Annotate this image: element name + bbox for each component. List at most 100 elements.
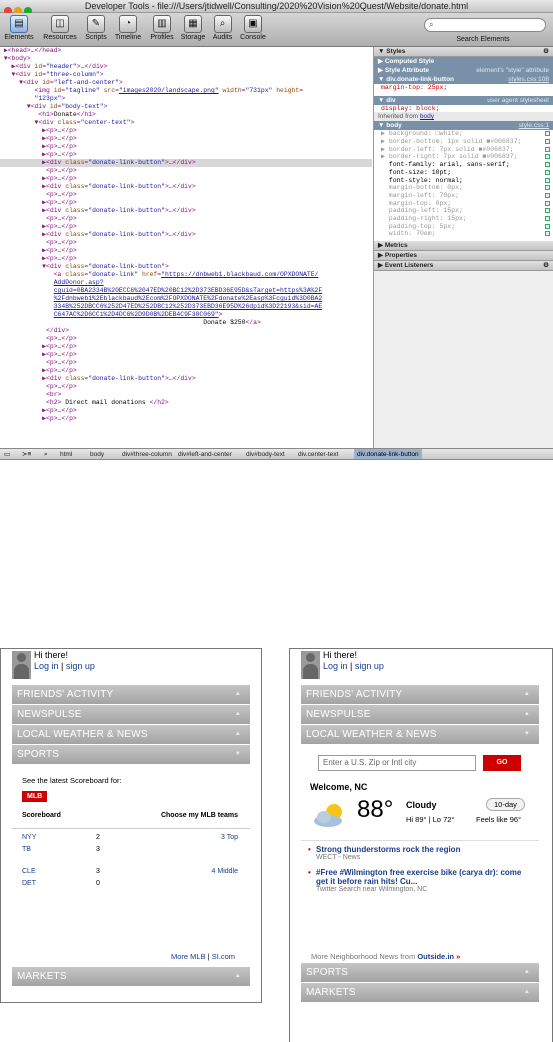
tab-audits[interactable]: ⌕ Audits <box>209 15 236 41</box>
disclosure-triangle-icon[interactable]: ▼ <box>0 119 39 126</box>
dom-node-line[interactable]: ▶<p>…</p> <box>0 415 372 423</box>
disclosure-triangle-icon[interactable]: ▶ <box>0 135 46 142</box>
rule-source-link[interactable]: styles.css:108 <box>508 75 549 84</box>
disclosure-triangle-icon[interactable]: ▶ <box>0 351 46 358</box>
ten-day-button[interactable]: 10-day <box>486 798 525 811</box>
tab-scripts[interactable]: ✎ Scripts <box>83 15 109 41</box>
css-property[interactable]: font-style: normal; <box>374 177 553 185</box>
dock-icon[interactable]: ▭ <box>4 449 10 459</box>
disclosure-triangle-icon[interactable]: ▼ <box>0 71 16 78</box>
css-property[interactable]: padding-right: 15px; <box>374 215 553 223</box>
dom-node-line[interactable]: </div> <box>0 327 372 335</box>
disclosure-triangle-icon[interactable]: ▶ <box>0 159 46 166</box>
disclosure-triangle-icon[interactable]: ▶ <box>0 127 46 134</box>
tab-elements[interactable]: ▤ Elements <box>4 15 34 41</box>
property-checkbox[interactable] <box>545 208 550 214</box>
dom-node-line[interactable]: "123px"> <box>0 95 372 103</box>
signup-link[interactable]: sign up <box>355 661 384 671</box>
login-link[interactable]: Log in <box>323 661 348 671</box>
disclosure-triangle-icon[interactable]: ▶ <box>0 151 46 158</box>
section-friends-activity[interactable]: FRIENDS' ACTIVITY ▲ <box>12 685 250 704</box>
section-newspulse[interactable]: NEWSPULSE ▲ <box>12 705 250 724</box>
css-property[interactable]: ▶ background: □white; <box>374 130 553 138</box>
section-local-weather[interactable]: LOCAL WEATHER & NEWS ▲ <box>12 725 250 744</box>
dom-node-line[interactable]: <p>…</p> <box>0 383 372 391</box>
location-input[interactable]: Enter a U.S. Zip or Intl city <box>318 755 476 771</box>
section-local-weather[interactable]: LOCAL WEATHER & NEWS ▼ <box>301 725 539 744</box>
dom-node-line[interactable]: ▼<div id="left-and-center"> <box>0 79 372 87</box>
property-checkbox[interactable] <box>545 223 550 229</box>
disclosure-triangle-icon[interactable]: ▶ <box>0 143 46 150</box>
property-checkbox[interactable] <box>545 139 550 145</box>
signup-link[interactable]: sign up <box>66 661 95 671</box>
disclosure-triangle-icon[interactable]: ▶ <box>0 247 46 254</box>
tab-storage[interactable]: ▦ Storage <box>178 15 208 41</box>
dom-node-line[interactable]: ▼<div id="body-text"> <box>0 103 372 111</box>
css-property[interactable]: width: 70em; <box>374 230 553 238</box>
choose-teams-link[interactable]: Choose my MLB teams <box>161 812 238 819</box>
inspect-search-icon[interactable]: ⌕ <box>44 449 48 459</box>
si-link[interactable]: SI.com <box>212 952 235 961</box>
dom-node-line[interactable]: %2Fdnbweb1%2Eblackbaud%2Ecom%2FOPXDONATE… <box>0 295 372 303</box>
property-checkbox[interactable] <box>545 231 550 237</box>
property-checkbox[interactable] <box>545 154 550 160</box>
tab-timeline[interactable]: ◔ Timeline <box>112 15 144 41</box>
go-button[interactable]: GO <box>483 755 521 771</box>
section-sports[interactable]: SPORTS ▲ <box>301 963 539 982</box>
css-property[interactable]: ▶ border-right: 7px solid ■#006837; <box>374 153 553 161</box>
section-friends-activity[interactable]: FRIENDS' ACTIVITY ▲ <box>301 685 539 704</box>
dom-node-line[interactable]: ▶<p>…</p> <box>0 127 372 135</box>
dom-node-line[interactable]: <p>…</p> <box>0 167 372 175</box>
breadcrumb-item[interactable]: div#left-and-center <box>178 449 232 459</box>
css-property[interactable]: margin-bottom: 0px; <box>374 184 553 192</box>
dom-node-line[interactable]: ▶<p>…</p> <box>0 143 372 151</box>
disclosure-triangle-icon[interactable]: ▶ <box>0 231 46 238</box>
dom-node-line[interactable]: ▼<div class="donate-link-button"> <box>0 263 372 271</box>
disclosure-triangle-icon[interactable]: ▶ <box>0 343 46 350</box>
outside-in-link[interactable]: Outside.in <box>417 952 454 961</box>
rule-source-link[interactable]: style.css:1 <box>519 121 549 130</box>
css-property[interactable]: margin-top: 25px; <box>374 84 553 92</box>
dom-node-line[interactable]: <br> <box>0 391 372 399</box>
section-newspulse[interactable]: NEWSPULSE ▲ <box>301 705 539 724</box>
dom-tree[interactable]: ▶<head>…</head> ▼<body> ▶<div id="header… <box>0 47 372 448</box>
event-listeners-header[interactable]: ▶ Event Listeners ⚙ <box>374 261 553 271</box>
dom-node-line[interactable]: <a class="donate-link" href="https://dnb… <box>0 271 372 279</box>
styles-section-header[interactable]: ▼ Styles ⚙ <box>374 47 553 57</box>
dom-node-line[interactable]: <img id="tagline" src="images2020/landsc… <box>0 87 372 95</box>
rule-header[interactable]: ▼ div user agent stylesheet <box>374 95 553 105</box>
login-link[interactable]: Log in <box>34 661 59 671</box>
breadcrumb-item[interactable]: div#body-text <box>246 449 285 459</box>
css-property[interactable]: font-family: arial, sans-serif; <box>374 161 553 169</box>
dom-node-line[interactable]: cguid=0BA2334B%20ECC6%2047ED%20BC12%2D37… <box>0 287 372 295</box>
disclosure-triangle-icon[interactable]: ▼ <box>0 79 23 86</box>
dom-node-line[interactable]: <p>…</p> <box>0 359 372 367</box>
disclosure-triangle-icon[interactable]: ▶ <box>0 407 46 414</box>
dom-node-line[interactable]: <p>…</p> <box>0 215 372 223</box>
dom-node-line[interactable]: ▶<p>…</p> <box>0 247 372 255</box>
news-headline-link[interactable]: Strong thunderstorms rock the region <box>308 845 526 854</box>
computed-style-header[interactable]: ▶ Computed Style <box>374 57 553 66</box>
dom-node-line[interactable]: ▶<div class="donate-link-button">…</div> <box>0 183 372 191</box>
disclosure-triangle-icon[interactable]: ▶ <box>0 367 46 374</box>
dom-node-line[interactable]: <h2> Direct mail donations </h2> <box>0 399 372 407</box>
dom-node-line[interactable]: ▼<body> <box>0 55 372 63</box>
css-property[interactable]: margin-left: 70px; <box>374 192 553 200</box>
dom-node-line[interactable]: <p>…</p> <box>0 335 372 343</box>
dom-node-line[interactable]: <p>…</p> <box>0 239 372 247</box>
css-property[interactable]: ▶ border-left: 7px solid ■#006837; <box>374 146 553 154</box>
disclosure-triangle-icon[interactable]: ▶ <box>0 183 46 190</box>
disclosure-triangle-icon[interactable]: ▶ <box>0 175 46 182</box>
css-property[interactable]: margin-top: 0px; <box>374 200 553 208</box>
css-property[interactable]: font-size: 10pt; <box>374 169 553 177</box>
mlb-button[interactable]: MLB <box>22 791 48 802</box>
dom-node-line[interactable]: C647AC%2D6CC1%2D4DC6%2D9D0B%2DEB4C9F30C0… <box>0 311 372 319</box>
breadcrumb-item[interactable]: html <box>60 449 72 459</box>
tab-console[interactable]: ▣ Console <box>237 15 269 41</box>
dom-node-line[interactable]: ▶<p>…</p> <box>0 199 372 207</box>
console-prompt-icon[interactable]: ≻≡ <box>22 449 31 459</box>
disclosure-triangle-icon[interactable]: ▼ <box>0 263 46 270</box>
dom-node-line[interactable]: ▶<head>…</head> <box>0 47 372 55</box>
dom-node-line[interactable]: ▶<p>…</p> <box>0 407 372 415</box>
dom-node-line[interactable]: Donate $250</a> <box>0 319 372 327</box>
